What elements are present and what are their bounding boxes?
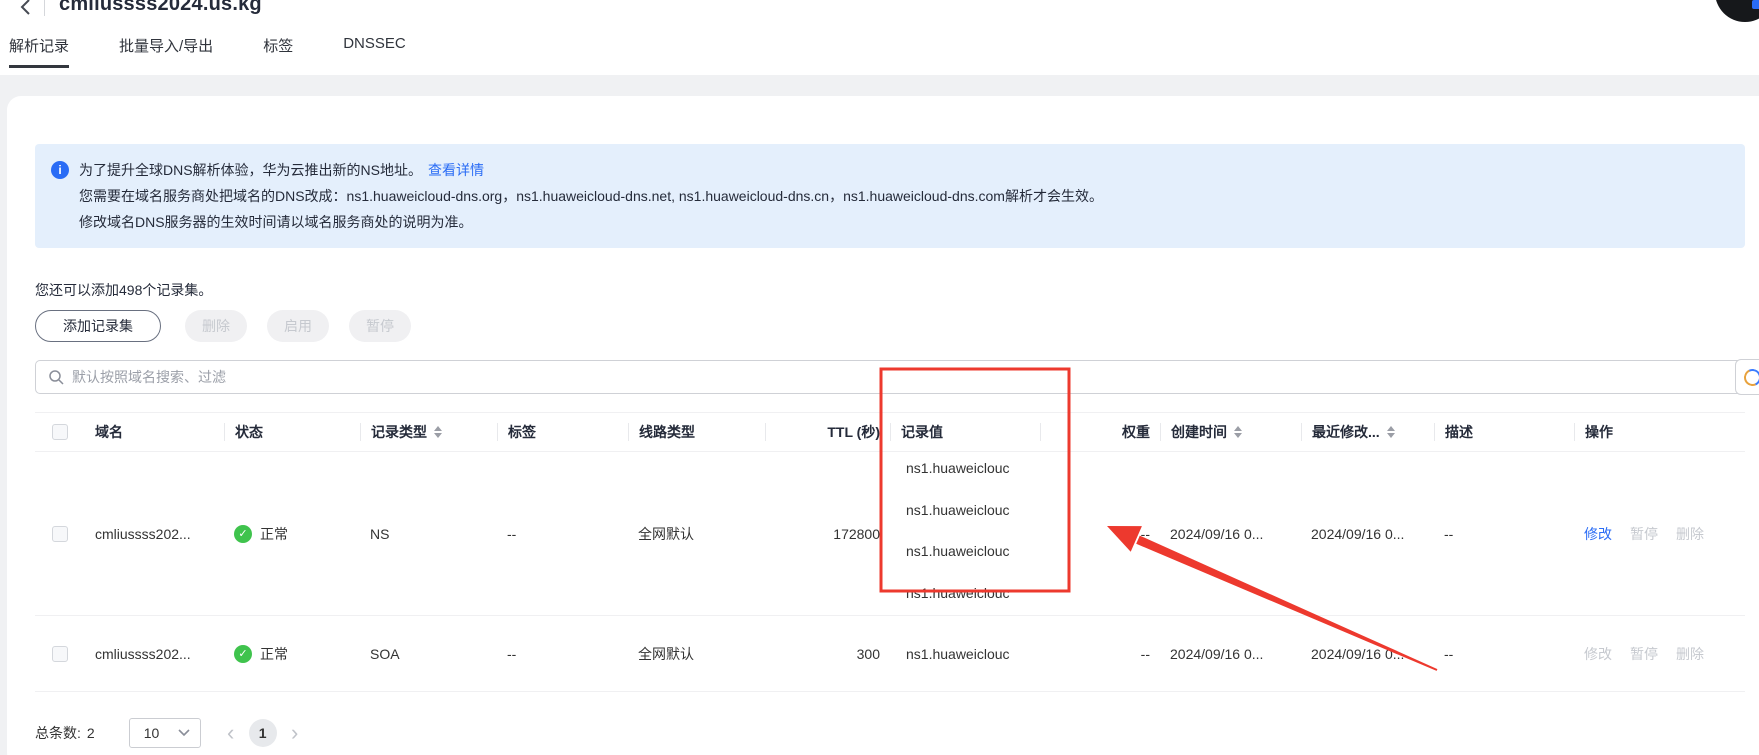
col-value: 记录值 — [890, 423, 1040, 441]
col-line: 线路类型 — [628, 423, 765, 441]
row-checkbox[interactable] — [52, 526, 68, 542]
search-row — [35, 360, 1745, 394]
cell-type: SOA — [360, 646, 497, 662]
modify-link[interactable]: 修改 — [1584, 524, 1612, 544]
search-icon — [48, 369, 64, 385]
record-value: ns1.huaweiclouc — [906, 458, 1010, 478]
col-domain: 域名 — [85, 423, 224, 441]
cell-modified: 2024/09/16 0... — [1301, 646, 1434, 662]
cell-line: 全网默认 — [628, 644, 765, 664]
pause-link[interactable]: 暂停 — [1630, 644, 1658, 664]
banner-line2: 您需要在域名服务商处把域名的DNS改成：ns1.huaweicloud-dns.… — [79, 183, 1103, 209]
search-box — [35, 360, 1745, 394]
add-record-set-button[interactable]: 添加记录集 — [35, 310, 161, 342]
status-ok-icon: ✓ — [234, 525, 252, 543]
sort-icon[interactable] — [1387, 426, 1395, 438]
cell-weight: -- — [1040, 526, 1160, 542]
current-page[interactable]: 1 — [249, 719, 277, 747]
cell-record-values: ns1.huaweiclouc — [890, 646, 1040, 662]
quota-text: 您还可以添加498个记录集。 — [35, 280, 1745, 300]
tab-bar: 解析记录 批量导入/导出 标签 DNSSEC — [0, 35, 1759, 68]
cell-created: 2024/09/16 0... — [1160, 526, 1301, 542]
col-modified: 最近修改... — [1301, 423, 1434, 441]
info-icon: i — [51, 161, 69, 179]
cell-domain: cmliussss202... — [85, 526, 224, 542]
cell-created: 2024/09/16 0... — [1160, 646, 1301, 662]
col-created: 创建时间 — [1160, 423, 1301, 441]
cell-domain: cmliussss202... — [85, 646, 224, 662]
col-tag: 标签 — [497, 423, 628, 441]
select-all-checkbox[interactable] — [52, 424, 68, 440]
enable-button[interactable]: 启用 — [267, 310, 329, 342]
cell-line: 全网默认 — [628, 524, 765, 544]
corner-dot-icon — [1752, 0, 1759, 9]
chevron-down-icon — [178, 729, 190, 737]
col-status: 状态 — [224, 423, 360, 441]
col-type: 记录类型 — [360, 423, 497, 441]
pause-button[interactable]: 暂停 — [349, 310, 411, 342]
toolbar: 添加记录集 删除 启用 暂停 — [35, 310, 1745, 342]
col-ops: 操作 — [1574, 423, 1745, 441]
tab-batch-import-export[interactable]: 批量导入/导出 — [119, 35, 213, 68]
cell-desc: -- — [1434, 526, 1574, 542]
info-banner: i 为了提升全球DNS解析体验，华为云推出新的NS地址。查看详情 您需要在域名服… — [35, 144, 1745, 248]
pause-link[interactable]: 暂停 — [1630, 524, 1658, 544]
pagination: 总条数: 2 10 ‹ 1 › — [35, 718, 1745, 748]
table-header-row: 域名 状态 记录类型 标签 线路类型 TTL (秒) 记录值 权重 创建时间 最… — [35, 412, 1745, 452]
cell-status: ✓ 正常 — [224, 524, 360, 544]
cell-ops: 修改 暂停 删除 — [1574, 524, 1745, 544]
tab-tags[interactable]: 标签 — [263, 35, 293, 68]
total-label: 总条数: — [35, 723, 81, 743]
total-count: 2 — [87, 725, 95, 741]
cell-type: NS — [360, 526, 497, 542]
tab-resolution-records[interactable]: 解析记录 — [9, 35, 69, 68]
records-panel: i 为了提升全球DNS解析体验，华为云推出新的NS地址。查看详情 您需要在域名服… — [7, 96, 1759, 755]
delete-link[interactable]: 删除 — [1676, 644, 1704, 664]
page-size-select[interactable]: 10 — [129, 718, 201, 748]
delete-button[interactable]: 删除 — [185, 310, 247, 342]
col-weight: 权重 — [1040, 423, 1160, 441]
row-checkbox[interactable] — [52, 646, 68, 662]
page-size-value: 10 — [144, 725, 160, 741]
cell-tag: -- — [497, 646, 628, 662]
banner-text: 为了提升全球DNS解析体验，华为云推出新的NS地址。查看详情 您需要在域名服务商… — [79, 157, 1103, 235]
banner-line1: 为了提升全球DNS解析体验，华为云推出新的NS地址。 — [79, 162, 422, 178]
page-header: cmliussss2024.us.kg 解析记录 批量导入/导出 标签 DNSS… — [0, 0, 1759, 75]
sort-icon[interactable] — [434, 426, 442, 438]
col-ttl: TTL (秒) — [765, 423, 890, 441]
back-button[interactable] — [14, 0, 36, 18]
col-desc: 描述 — [1434, 423, 1574, 441]
cell-record-values: ns1.huaweiclouc ns1.huaweiclouc ns1.huaw… — [890, 452, 1040, 615]
modify-link[interactable]: 修改 — [1584, 644, 1612, 664]
cell-tag: -- — [497, 526, 628, 542]
sort-icon[interactable] — [1234, 426, 1242, 438]
record-value: ns1.huaweiclouc — [906, 500, 1010, 520]
chevron-left-icon — [19, 0, 31, 16]
cell-status: ✓ 正常 — [224, 644, 360, 664]
refresh-icon — [1742, 366, 1759, 388]
cell-ops: 修改 暂停 删除 — [1574, 644, 1745, 664]
next-page-button[interactable]: › — [283, 721, 307, 745]
status-ok-icon: ✓ — [234, 645, 252, 663]
divider — [44, 0, 45, 16]
page-title: cmliussss2024.us.kg — [59, 0, 262, 15]
cell-ttl: 300 — [765, 646, 890, 662]
banner-line3: 修改域名DNS服务器的生效时间请以域名服务商处的说明为准。 — [79, 209, 1103, 235]
cell-desc: -- — [1434, 646, 1574, 662]
record-value: ns1.huaweiclouc — [906, 583, 1010, 603]
table-row-ns: cmliussss202... ✓ 正常 NS -- 全网默认 172800 n… — [35, 452, 1745, 616]
tab-dnssec[interactable]: DNSSEC — [343, 35, 406, 68]
cell-weight: -- — [1040, 646, 1160, 662]
prev-page-button[interactable]: ‹ — [219, 721, 243, 745]
search-input[interactable] — [72, 369, 1734, 385]
delete-link[interactable]: 删除 — [1676, 524, 1704, 544]
refresh-button[interactable] — [1735, 359, 1759, 395]
cell-ttl: 172800 — [765, 526, 890, 542]
view-details-link[interactable]: 查看详情 — [428, 162, 484, 178]
table-row-soa: cmliussss202... ✓ 正常 SOA -- 全网默认 300 ns1… — [35, 616, 1745, 692]
cell-modified: 2024/09/16 0... — [1301, 526, 1434, 542]
records-table: 域名 状态 记录类型 标签 线路类型 TTL (秒) 记录值 权重 创建时间 最… — [35, 412, 1745, 692]
record-value: ns1.huaweiclouc — [906, 541, 1010, 561]
